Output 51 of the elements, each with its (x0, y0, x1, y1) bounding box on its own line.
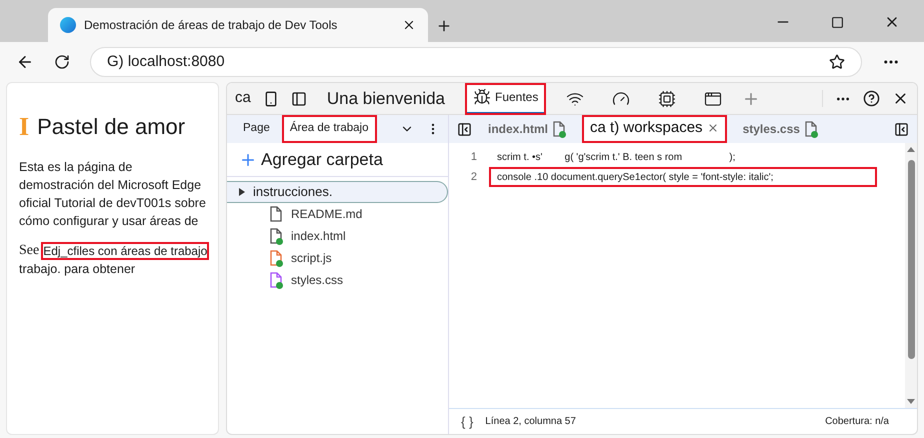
back-icon[interactable] (16, 53, 34, 71)
dock-icon[interactable] (290, 90, 307, 106)
sources-tab[interactable]: Fuentes (465, 83, 546, 114)
url-text: G) localhost:8080 (107, 52, 225, 72)
line-number: 2 (470, 170, 478, 185)
tab-title: Demostración de áreas de trabajo de Dev Tools (84, 17, 338, 34)
logo-text: I (19, 111, 30, 143)
reload-icon[interactable] (54, 54, 70, 70)
folder-row[interactable]: instrucciones. (227, 181, 448, 203)
triangle-icon (239, 188, 245, 196)
editor-tab[interactable]: index.html (480, 115, 574, 143)
navigator-tab[interactable]: Page (235, 115, 278, 143)
intro-paragraph: Esta es la página de demostración del Microsoft Edge oficial Tutorial de devT001s sobre cómo configurar y usar áreas de (19, 159, 206, 230)
pretty-print-braces[interactable]: { } (461, 412, 474, 432)
body-text: trabajo. para obtener (19, 261, 136, 278)
file-icon (552, 121, 566, 137)
page-title: Pastel de amor (37, 113, 186, 141)
scrollbar[interactable] (905, 143, 917, 408)
code-line: scrim t. •s' g( 'g'scrim t.' B. teen s rom ); (496, 150, 736, 164)
navigator-tab[interactable]: Área de trabajo (282, 115, 376, 143)
add-folder-button[interactable]: Agregar carpeta (227, 143, 448, 177)
editor-tab[interactable]: ca t) workspaces (582, 115, 727, 143)
toggle-navigator-icon[interactable] (457, 122, 472, 136)
editor-tab[interactable]: styles.css (734, 115, 826, 143)
device-icon[interactable] (262, 90, 279, 106)
workspaces-link[interactable]: Edj_cfiles con áreas de trabajo (41, 242, 210, 260)
file-name[interactable]: index.html (291, 227, 346, 245)
welcome-tab[interactable]: Una bienvenida (318, 83, 453, 114)
new-tab-icon[interactable] (436, 18, 452, 34)
bug-icon (473, 88, 491, 106)
close-icon[interactable] (402, 18, 416, 32)
line-number: 1 (470, 150, 478, 165)
file-name[interactable]: README.md (291, 205, 362, 223)
file-icon (804, 121, 818, 137)
chip-icon (658, 90, 676, 108)
address-bar[interactable]: G) localhost:8080 (90, 47, 862, 77)
coverage-text: Cobertura: n/a (825, 415, 889, 429)
file-name[interactable]: styles.css (291, 271, 344, 289)
see-text: See (19, 242, 40, 260)
cursor-position: Línea 2, columna 57 (485, 415, 576, 429)
browser-tab[interactable]: Demostración de áreas de trabajo de Dev Tools (48, 8, 428, 42)
window-icon (704, 90, 722, 108)
toggle-debugger-icon[interactable] (894, 122, 909, 136)
favorite-star-icon[interactable] (829, 54, 845, 70)
browser-logo-icon (60, 17, 76, 33)
file-name[interactable]: script.js (291, 249, 332, 267)
code-line: console .10 document.querySe1ector( style = 'font-style: italic'; (489, 167, 877, 187)
toolbar-text: ca (235, 88, 251, 108)
maximize-icon[interactable] (831, 16, 844, 28)
help-icon[interactable] (863, 90, 880, 107)
gauge-icon (612, 90, 630, 108)
